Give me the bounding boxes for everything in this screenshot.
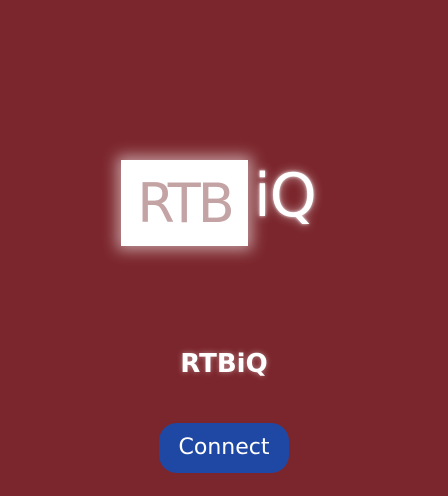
- app-screen: { "logo": { "boxed_text": "RTB", "suffix…: [0, 0, 448, 496]
- logo-box: RTB: [121, 160, 248, 246]
- brand-logo: RTB iQ: [121, 160, 325, 246]
- logo-boxed-text: RTB: [137, 172, 235, 235]
- logo-suffix-text: iQ: [254, 161, 317, 231]
- app-name: RTBiQ: [180, 349, 268, 379]
- connect-button[interactable]: Connect: [159, 423, 289, 473]
